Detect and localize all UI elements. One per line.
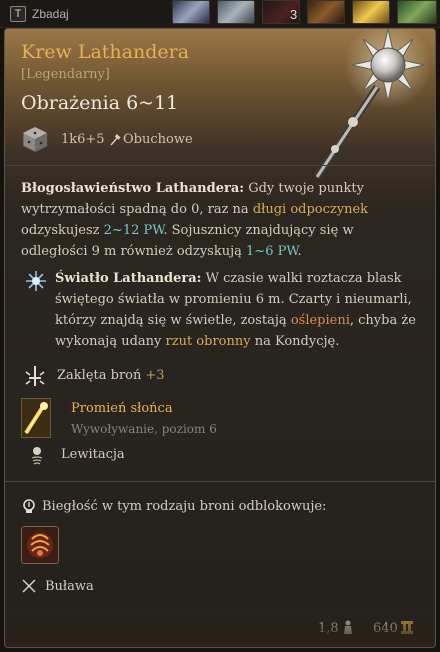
item-rarity: [Legendarny] — [21, 67, 110, 82]
blinded-keyword[interactable]: oślepieni — [291, 313, 350, 328]
gold-coin-icon — [401, 621, 413, 634]
light-text: na Kondycję. — [254, 334, 340, 349]
saving-throw-keyword[interactable]: rzut obronny — [166, 334, 251, 349]
weapon-type-label: Buława — [45, 579, 94, 594]
sunbeam-spell-icon[interactable] — [21, 398, 51, 438]
levitation-icon — [31, 447, 43, 465]
weight-icon — [344, 620, 352, 634]
item-name: Krew Lathandera — [21, 41, 190, 63]
top-bar: T Zbadaj 3 — [0, 0, 440, 28]
morningstar-mace-icon — [314, 29, 432, 179]
slot-count: 3 — [290, 7, 298, 22]
spell-name[interactable]: Promień słońca — [71, 401, 173, 416]
radiant-burst-icon — [26, 271, 46, 291]
heal-allies-amount: 1~6 PW — [246, 244, 298, 259]
d6-die-icon — [22, 126, 48, 153]
divider — [5, 165, 435, 166]
crossed-weapons-icon — [22, 579, 36, 593]
hotbar-slot[interactable] — [172, 0, 210, 24]
inspect-label[interactable]: Zbadaj — [32, 7, 69, 21]
price-value: 640 — [373, 621, 398, 636]
heal-self-amount: 2~12 PW — [103, 223, 164, 238]
enchantment-bonus: +3 — [145, 368, 165, 383]
hotbar-slot[interactable] — [397, 0, 437, 24]
blessing-description: Błogosławieństwo Lathandera: Gdy twoje p… — [21, 178, 421, 262]
light-title: Światło Lathandera: — [55, 271, 202, 286]
enchanted-weapon-icon — [25, 366, 45, 386]
damage-type-label: Obuchowe — [123, 132, 193, 147]
proficiency-label: Biegłość w tym rodzaju broni odblokowuje… — [42, 499, 327, 514]
enchantment-line: Zaklęta broń +3 — [57, 368, 165, 383]
item-tooltip: Krew Lathandera [Legendarny] Obrażenia 6… — [4, 28, 436, 648]
hotbar-slot[interactable] — [307, 0, 345, 24]
spell-school-level: Wywoływanie, poziom 6 — [71, 422, 217, 436]
hotbar-slot[interactable] — [217, 0, 255, 24]
weight-value: 1,8 — [318, 621, 339, 636]
light-description: Światło Lathandera: W czasie walki rozta… — [55, 268, 425, 352]
divider — [5, 481, 435, 482]
levitation-label[interactable]: Lewitacja — [61, 447, 125, 462]
blessing-title: Błogosławieństwo Lathandera: — [21, 181, 245, 196]
blessing-text: . — [297, 244, 302, 259]
damage-type: Obuchowe — [109, 132, 193, 147]
proficiency-bulb-icon — [23, 499, 35, 513]
hammer-icon — [110, 133, 121, 145]
long-rest-keyword[interactable]: długi odpoczynek — [253, 202, 368, 217]
damage-title: Obrażenia 6~11 — [21, 92, 179, 114]
damage-dice: 1k6+5 — [61, 132, 105, 147]
hotkey-badge: T — [10, 6, 26, 22]
weapon-action-icon[interactable] — [21, 526, 59, 564]
hotbar-slot[interactable] — [352, 0, 390, 24]
enchantment-label: Zaklęta broń — [57, 368, 142, 383]
blessing-text: odzyskujesz — [21, 223, 100, 238]
